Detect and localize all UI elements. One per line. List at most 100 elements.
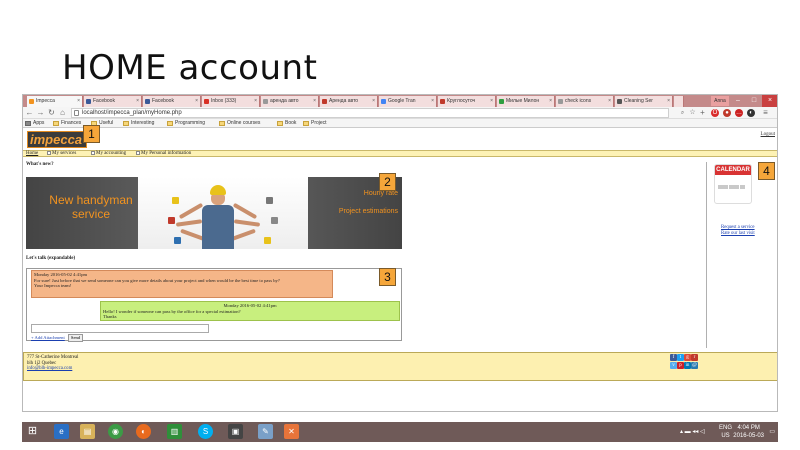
bookmark-star-icon[interactable]: ☆	[688, 108, 697, 118]
vimeo-icon[interactable]: v	[670, 362, 677, 369]
bookmark-book[interactable]: Book	[277, 119, 296, 128]
notifications-icon[interactable]: ▭	[769, 428, 775, 436]
hard-hat-icon	[210, 185, 226, 195]
tab-close-icon[interactable]: ×	[549, 96, 552, 107]
lastpass-icon[interactable]: …	[735, 109, 743, 117]
favicon-icon	[263, 99, 268, 104]
saw-icon	[266, 197, 273, 204]
menu-personal-information[interactable]: My Personal information	[136, 151, 191, 156]
impecca-logo[interactable]: impecca	[27, 131, 87, 148]
opera-icon[interactable]: O	[711, 109, 719, 117]
tab-close-icon[interactable]: ×	[136, 96, 139, 107]
firefox-icon[interactable]: ◐	[136, 424, 151, 439]
facebook-icon[interactable]: f	[670, 354, 677, 361]
tab-facebook-2[interactable]: Facebook ×	[143, 96, 201, 107]
windows-taskbar: ⊞ e ▤ ◉ ◐ ▥ S ▣ ✎ ✕ ▴ ▬ ◂◂ ◁ ENG US 4:04…	[22, 422, 778, 442]
tab-close-icon[interactable]: ×	[77, 96, 80, 107]
pliers-icon	[174, 237, 181, 244]
chat-message-input[interactable]	[31, 324, 209, 333]
app-icon[interactable]: ▥	[167, 424, 182, 439]
language-indicator[interactable]: ENG US	[719, 424, 732, 440]
bookmark-online-courses[interactable]: Online courses	[219, 119, 260, 128]
system-clock[interactable]: 4:04 PM 2016-05-03	[733, 424, 764, 440]
bookmark-apps[interactable]: Apps	[25, 119, 44, 128]
menu-my-accounting[interactable]: My accounting	[91, 151, 126, 156]
apps-grid-icon	[25, 121, 31, 126]
internet-explorer-icon[interactable]: e	[54, 424, 69, 439]
bookmark-interesting[interactable]: Interesting	[123, 119, 154, 128]
adblock-icon[interactable]: ●	[723, 109, 731, 117]
profile-badge[interactable]: Anna	[711, 96, 729, 106]
pinterest-icon[interactable]: p	[677, 362, 684, 369]
menu-my-services[interactable]: My services	[47, 151, 76, 156]
address-input[interactable]: localhost/impecca_plan/myHome.php	[71, 108, 669, 118]
bookmark-project[interactable]: Project	[303, 119, 327, 128]
arm-shape	[178, 202, 204, 220]
banner-hourly-rate: Hourly rate	[363, 190, 398, 197]
linkedin-icon[interactable]: in	[684, 362, 691, 369]
tab-strip: Impecca × Facebook × Facebook × Inbox (333)…	[23, 95, 777, 107]
add-attachment-link[interactable]: + Add Attachment	[31, 335, 65, 340]
windows-start-icon[interactable]: ⊞	[25, 424, 40, 439]
promo-carousel[interactable]: New handyman service Hourly rate Project…	[26, 177, 402, 249]
tab-close-icon[interactable]: ×	[608, 96, 611, 107]
tab-cleaning[interactable]: Cleaning Ser ×	[615, 96, 673, 107]
calendar-widget[interactable]: CALENDAR	[714, 164, 752, 204]
paint-icon[interactable]: ✎	[258, 424, 273, 439]
send-button[interactable]: Send	[67, 334, 84, 342]
close-window-icon[interactable]: ×	[762, 95, 777, 107]
minimize-icon[interactable]: –	[730, 95, 746, 107]
skype-icon[interactable]: S	[198, 424, 213, 439]
tab-inbox[interactable]: Inbox (333) ×	[202, 96, 260, 107]
bookmark-finances[interactable]: Finances	[53, 119, 81, 128]
menu-home[interactable]: Home	[26, 151, 38, 156]
tab-close-icon[interactable]: ×	[195, 96, 198, 107]
home-icon[interactable]: ⌂	[58, 108, 67, 118]
rss-icon[interactable]: r	[691, 354, 698, 361]
tab-mila[interactable]: Милые Милон ×	[497, 96, 555, 107]
tab-close-icon[interactable]: ×	[667, 96, 670, 107]
footer-email-link[interactable]: info@blh-impecca.com	[27, 366, 78, 372]
tray-icons[interactable]: ▴ ▬ ◂◂ ◁	[680, 428, 705, 436]
back-icon[interactable]: ←	[25, 108, 34, 118]
menu-icon[interactable]: ≡	[761, 108, 770, 118]
tab-facebook[interactable]: Facebook ×	[84, 96, 142, 107]
new-tab-button[interactable]	[674, 96, 684, 107]
xampp-icon[interactable]: ✕	[284, 424, 299, 439]
forward-icon[interactable]: →	[36, 108, 45, 118]
tab-close-icon[interactable]: ×	[431, 96, 434, 107]
maximize-icon[interactable]: □	[746, 95, 762, 107]
tab-rental-1[interactable]: аренда авто ×	[261, 96, 319, 107]
rate-last-visit-link[interactable]: Rate our last visit	[721, 231, 755, 237]
calendar-icon: CALENDAR	[715, 165, 751, 175]
banner-left-text: New handyman service	[49, 193, 133, 221]
lets-talk-heading[interactable]: Let's talk (expandable)	[26, 256, 75, 261]
chrome-icon[interactable]: ◉	[108, 424, 123, 439]
tab-24h[interactable]: Круглосуточ ×	[438, 96, 496, 107]
file-explorer-icon[interactable]: ▤	[80, 424, 95, 439]
tab-check-icons[interactable]: check icons ×	[556, 96, 614, 107]
email-icon[interactable]: @	[691, 362, 698, 369]
callout-4: 4	[758, 162, 775, 180]
calendar-grid	[715, 175, 751, 203]
tab-impecca[interactable]: Impecca ×	[27, 96, 83, 107]
callout-3: 3	[379, 268, 396, 286]
chat-message-user: Monday 2016-05-02 4:41pm Hello! I wonder…	[100, 301, 400, 321]
tab-close-icon[interactable]: ×	[313, 96, 316, 107]
sidebar-links: Request a service Rate our last visit	[721, 225, 755, 237]
media-icon[interactable]: ▣	[228, 424, 243, 439]
twitter-icon[interactable]: t	[677, 354, 684, 361]
google-plus-icon[interactable]: g	[684, 354, 691, 361]
tab-close-icon[interactable]: ×	[490, 96, 493, 107]
bookmark-programming[interactable]: Programming	[167, 119, 205, 128]
reload-icon[interactable]: ↻	[47, 108, 56, 118]
logout-link[interactable]: Logout	[761, 132, 775, 137]
tab-google-translate[interactable]: Google Tran ×	[379, 96, 437, 107]
extension-icon[interactable]: +	[698, 108, 707, 118]
tab-close-icon[interactable]: ×	[372, 96, 375, 107]
tab-rental-2[interactable]: Аренда авто ×	[320, 96, 378, 107]
zoom-icon[interactable]: ⌕	[678, 108, 687, 118]
tab-close-icon[interactable]: ×	[254, 96, 257, 107]
extension-dark-icon[interactable]: ◐	[747, 109, 755, 117]
favicon-icon	[499, 99, 504, 104]
